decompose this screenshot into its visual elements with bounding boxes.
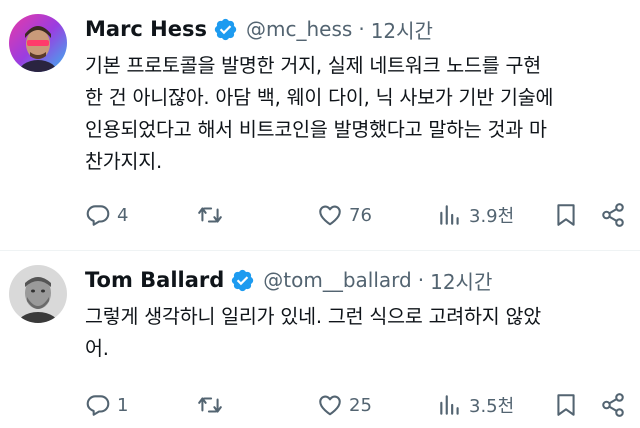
retweet-button[interactable]	[197, 388, 229, 422]
like-button[interactable]: 76	[317, 198, 372, 232]
reply-button[interactable]: 1	[85, 388, 128, 422]
like-count: 25	[349, 394, 372, 416]
bookmark-icon	[557, 394, 575, 416]
share-button[interactable]	[600, 388, 626, 422]
bookmark-icon	[557, 204, 575, 226]
bookmark-button[interactable]	[553, 198, 579, 232]
separator-dot: ·	[358, 17, 365, 41]
views-count: 3.9천	[469, 206, 515, 227]
timestamp[interactable]: 12시간	[371, 15, 433, 44]
author-name[interactable]: Tom Ballard	[85, 268, 224, 292]
tweet-text-line: 어.	[85, 337, 109, 360]
tweet-header: Marc Hess @mc_hess · 12시간	[85, 12, 433, 46]
retweet-icon	[198, 397, 222, 413]
tweet-text-line: 찬가지지.	[85, 150, 162, 173]
reply-icon	[86, 205, 110, 226]
tweet-header: Tom Ballard @tom__ballard · 12시간	[85, 263, 492, 297]
tweet-text-line: 기본 프로토콜을 발명한 거지, 실제 네트워크 노드를 구현	[85, 54, 542, 77]
reply-button[interactable]: 4	[85, 198, 128, 232]
share-icon	[602, 203, 624, 227]
verified-badge-icon	[230, 268, 255, 293]
tweet-actions: 1 25 3.5천	[85, 388, 630, 422]
share-icon	[602, 393, 624, 417]
author-handle[interactable]: @tom__ballard	[263, 268, 411, 292]
reply-icon	[86, 395, 110, 416]
like-button[interactable]: 25	[317, 388, 372, 422]
tweet-text-line: 그렇게 생각하니 일리가 있네. 그런 식으로 고려하지 않았	[85, 305, 542, 328]
tweet-text-line: 한 건 아니잖아. 아담 백, 웨이 다이, 닉 사보가 기반 기술에	[85, 86, 554, 109]
tweet[interactable]: Marc Hess @mc_hess · 12시간 기본 프로토콜을 발명한 거…	[0, 0, 640, 250]
like-count: 76	[349, 204, 372, 226]
verified-badge-icon	[213, 17, 238, 42]
retweet-button[interactable]	[197, 198, 229, 232]
views-icon	[440, 205, 459, 225]
like-icon	[319, 205, 341, 226]
author-handle[interactable]: @mc_hess	[246, 17, 352, 41]
tweet[interactable]: Tom Ballard @tom__ballard · 12시간 그렇게 생각하…	[0, 251, 640, 428]
views-count: 3.5천	[469, 396, 515, 417]
retweet-icon	[198, 207, 222, 223]
author-name[interactable]: Marc Hess	[85, 17, 207, 41]
like-icon	[319, 395, 341, 416]
tweet-text: 기본 프로토콜을 발명한 거지, 실제 네트워크 노드를 구현 한 건 아니잖아…	[85, 50, 630, 178]
bookmark-button[interactable]	[553, 388, 579, 422]
reply-count: 4	[117, 204, 129, 226]
views-button[interactable]: 3.9천	[437, 198, 514, 232]
tweet-text: 그렇게 생각하니 일리가 있네. 그런 식으로 고려하지 않았 어.	[85, 301, 630, 365]
views-icon	[440, 395, 459, 415]
timestamp[interactable]: 12시간	[430, 266, 492, 295]
tweet-text-line: 인용되었다고 해서 비트코인을 발명했다고 말하는 것과 마	[85, 118, 547, 141]
views-button[interactable]: 3.5천	[437, 388, 514, 422]
share-button[interactable]	[600, 198, 626, 232]
separator-dot: ·	[417, 268, 425, 292]
avatar[interactable]	[9, 265, 67, 323]
tweet-actions: 4 76 3.9천	[85, 198, 630, 232]
avatar[interactable]	[9, 14, 67, 72]
reply-count: 1	[117, 394, 129, 416]
